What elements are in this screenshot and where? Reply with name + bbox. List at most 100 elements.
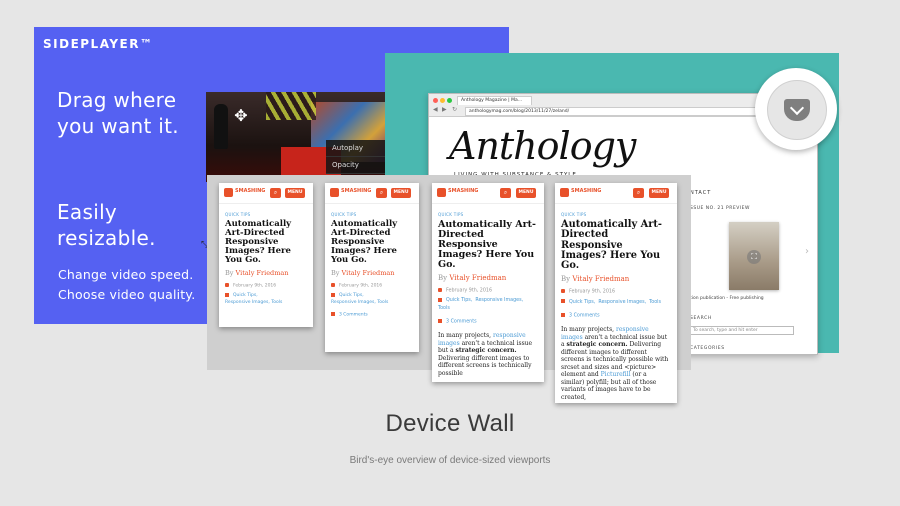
article-title[interactable]: Automatically Art-Directed Responsive Im… [561, 219, 671, 271]
menu-button[interactable]: MENU [391, 188, 411, 198]
fullscreen-icon[interactable]: ⛶ [747, 250, 761, 264]
author-link[interactable]: Vitaly Friedman [449, 274, 506, 282]
body-emphasis: strategic concern. [455, 347, 517, 355]
comments-link[interactable]: 3 Comments [438, 318, 538, 324]
smashing-logo-text: SMASHING [341, 188, 372, 194]
tag-link[interactable]: Responsive Images [598, 300, 644, 305]
tag-link[interactable]: Quick Tips [339, 293, 362, 298]
next-arrow-icon[interactable]: › [805, 246, 809, 257]
site-header: SMASHING ⌕ MENU [555, 183, 677, 204]
category-label[interactable]: QUICK TIPS [225, 212, 313, 217]
comments-count[interactable]: 3 Comments [339, 313, 368, 318]
smashing-logo-icon[interactable] [224, 188, 233, 197]
smashing-logo-text: SMASHING [448, 188, 479, 194]
sideplayer-feature-quality: Choose video quality. [58, 287, 196, 302]
article-title[interactable]: Automatically Art-Directed Responsive Im… [225, 220, 307, 265]
article-title[interactable]: Automatically Art-Directed Responsive Im… [438, 220, 538, 270]
tag-link[interactable]: Tools [271, 300, 282, 305]
sideplayer-headline-drag: Drag where you want it. [57, 88, 179, 138]
tag-link[interactable]: Quick Tips [233, 293, 256, 298]
article-body: In many projects, responsive images aren… [438, 332, 538, 377]
article-date: February 9th, 2016 [225, 282, 307, 289]
article-date: February 9th, 2016 [561, 289, 671, 295]
publication-note: tion publication - Free publishing [690, 296, 764, 301]
article-date: February 9th, 2016 [438, 287, 538, 294]
device-viewport-medium[interactable]: SMASHING ⌕ MENU QUICK TIPS Automatically… [432, 183, 544, 382]
tag-icon [438, 297, 442, 302]
slide-subtitle: Bird's-eye overview of device-sized view… [349, 455, 551, 466]
back-icon[interactable]: ◀ [433, 106, 438, 113]
menu-button[interactable]: MENU [285, 188, 305, 198]
byline-by: By [331, 268, 340, 277]
body-text: In many projects, [561, 326, 616, 334]
author-link[interactable]: Vitaly Friedman [572, 275, 629, 283]
date-text: February 9th, 2016 [446, 288, 493, 294]
author-link[interactable]: Vitaly Friedman [342, 269, 395, 277]
address-bar[interactable]: anthologymag.com/blog/2013/11/27/zeland/ [465, 107, 760, 116]
category-label[interactable]: QUICK TIPS [561, 212, 677, 217]
smashing-logo-text: SMASHING [235, 188, 266, 194]
search-icon[interactable]: ⌕ [270, 188, 281, 198]
comments-link[interactable]: 3 Comments [561, 312, 671, 318]
close-dot-icon[interactable] [433, 98, 438, 103]
byline-by: By [561, 275, 571, 284]
search-icon[interactable]: ⌕ [376, 188, 387, 198]
tag-link[interactable]: Tools [377, 300, 388, 305]
tag-link[interactable]: Tools [649, 300, 661, 305]
menu-button[interactable]: MENU [649, 188, 669, 198]
minimize-dot-icon[interactable] [440, 98, 445, 103]
smashing-logo-icon[interactable] [560, 188, 569, 197]
site-header: SMASHING ⌕ MENU [325, 183, 419, 204]
magazine-cover[interactable]: ⛶ [729, 222, 779, 290]
tag-link[interactable]: Responsive Images [331, 300, 374, 305]
body-link[interactable]: Picturefill [601, 371, 631, 378]
comments-link[interactable]: 3 Comments [331, 312, 413, 318]
tag-link[interactable]: Responsive Images [475, 298, 521, 303]
date-text: February 9th, 2016 [233, 283, 277, 289]
floating-video-player[interactable]: ✥ Autoplay Opacity [206, 92, 386, 182]
forward-icon[interactable]: ▶ [442, 106, 447, 113]
calendar-icon [225, 282, 229, 287]
move-icon[interactable]: ✥ [232, 107, 250, 125]
video-stage-stripes [266, 92, 316, 120]
sideplayer-feature-speed: Change video speed. [58, 267, 194, 282]
article-body: In many projects, responsive images aren… [561, 326, 671, 401]
search-icon[interactable]: ⌕ [633, 188, 644, 198]
sideplayer-headline-resize: Easily resizable. [57, 200, 156, 250]
maximize-dot-icon[interactable] [447, 98, 452, 103]
reload-icon[interactable]: ↻ [452, 106, 457, 113]
menu-item-opacity[interactable]: Opacity [326, 157, 386, 174]
device-viewport-small-2[interactable]: SMASHING ⌕ MENU QUICK TIPS Automatically… [325, 183, 419, 352]
comments-count[interactable]: 3 Comments [446, 319, 477, 324]
category-label[interactable]: QUICK TIPS [331, 212, 419, 217]
anthology-logo[interactable]: Anthology [449, 124, 636, 168]
issue-preview-label: SSUE NO. 21 PREVIEW [690, 206, 750, 211]
article-date: February 9th, 2016 [331, 282, 413, 288]
menu-item-autoplay[interactable]: Autoplay [326, 140, 386, 157]
article-tags: Quick Tips, Responsive Images, Tools [331, 292, 389, 306]
search-input[interactable]: To search, type and hit enter [690, 326, 794, 335]
category-label[interactable]: QUICK TIPS [438, 212, 544, 217]
comment-icon [561, 312, 565, 317]
search-icon[interactable]: ⌕ [500, 188, 511, 198]
menu-button[interactable]: MENU [516, 188, 536, 198]
device-viewport-small[interactable]: SMASHING ⌕ MENU QUICK TIPS Automatically… [219, 183, 313, 327]
article-title[interactable]: Automatically Art-Directed Responsive Im… [331, 220, 413, 265]
author-link[interactable]: Vitaly Friedman [236, 269, 289, 277]
tag-link[interactable]: Quick Tips [446, 298, 471, 303]
smashing-logo-icon[interactable] [437, 188, 446, 197]
smashing-logo-icon[interactable] [330, 188, 339, 197]
article-tags: Quick Tips, Responsive Images, Tools [561, 299, 671, 307]
pocket-button[interactable] [767, 80, 827, 140]
calendar-icon [438, 287, 442, 292]
tag-link[interactable]: Tools [438, 306, 450, 311]
pocket-save-icon [784, 99, 810, 121]
tag-link[interactable]: Responsive Images [225, 300, 268, 305]
device-viewport-large[interactable]: SMASHING ⌕ MENU QUICK TIPS Automatically… [555, 183, 677, 403]
nav-contact[interactable]: NTACT [690, 190, 711, 196]
browser-tab[interactable]: Anthology Magazine | Ma... [457, 96, 532, 105]
tag-link[interactable]: Quick Tips [569, 300, 594, 305]
video-speaker [214, 104, 228, 149]
slide-title: Device Wall [385, 410, 515, 437]
comments-count[interactable]: 3 Comments [569, 313, 600, 318]
